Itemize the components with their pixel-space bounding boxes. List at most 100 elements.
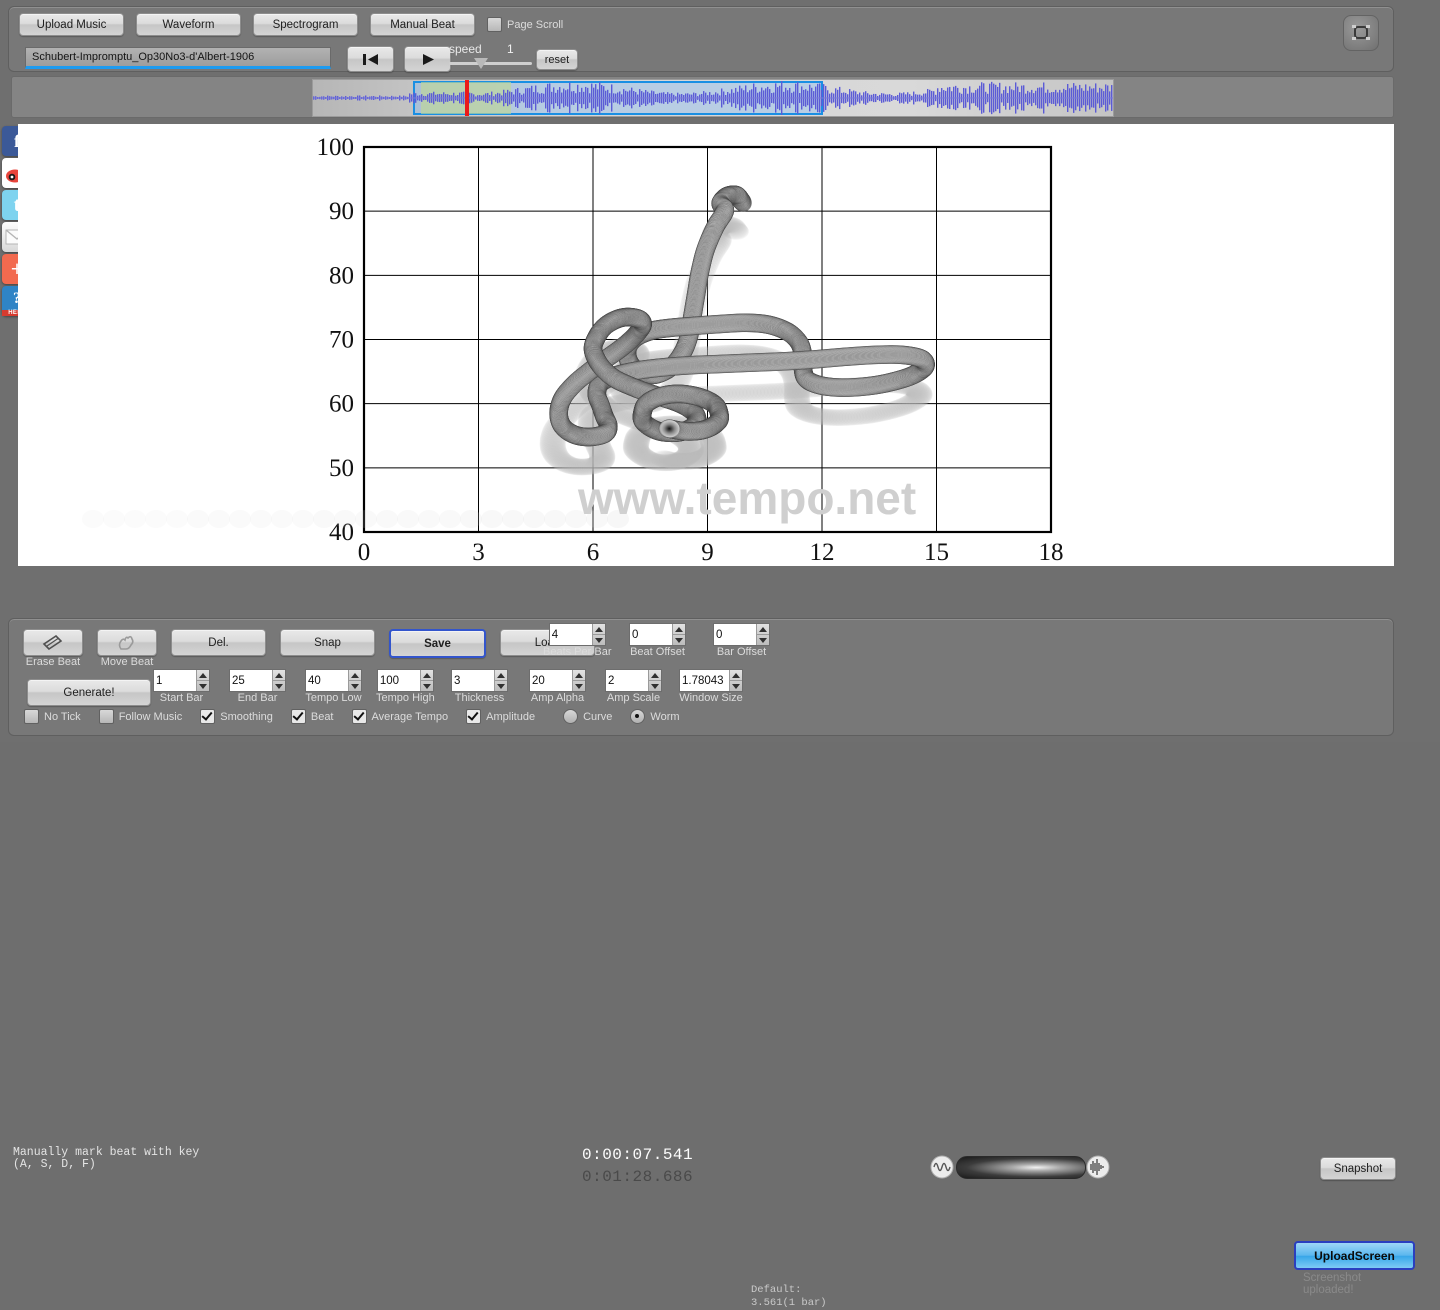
spinner[interactable] xyxy=(529,669,586,692)
spinner[interactable] xyxy=(229,669,286,692)
snapshot-button[interactable]: Snapshot xyxy=(1320,1157,1396,1180)
field-window-size[interactable]: Window Size xyxy=(679,669,743,704)
spinner-up[interactable] xyxy=(729,670,742,681)
spinner-up[interactable] xyxy=(421,670,433,681)
checkbox-no-tick[interactable]: No Tick xyxy=(24,709,81,724)
page-scroll-checkbox[interactable] xyxy=(487,17,502,32)
volume-slider-group[interactable] xyxy=(930,1154,1110,1180)
spinner-up[interactable] xyxy=(273,670,285,681)
spinner[interactable] xyxy=(376,669,434,692)
spinner-up[interactable] xyxy=(197,670,209,681)
spinner-arrows[interactable] xyxy=(494,670,507,691)
spinner[interactable] xyxy=(629,623,686,646)
spinner[interactable] xyxy=(605,669,662,692)
spinner-up[interactable] xyxy=(573,670,585,681)
volume-slider-track[interactable] xyxy=(956,1156,1086,1179)
checkbox-smoothing[interactable]: Smoothing xyxy=(200,709,273,724)
spinner-down[interactable] xyxy=(273,681,285,691)
delete-button[interactable]: Del. xyxy=(171,629,266,656)
field-beats-per-bar[interactable]: Beats Per Bar xyxy=(543,623,611,658)
spinner[interactable] xyxy=(153,669,210,692)
spinner-up[interactable] xyxy=(757,624,769,635)
erase-beat-group[interactable]: Erase Beat xyxy=(23,629,83,668)
spinner-up[interactable] xyxy=(592,624,605,635)
upload-screen-button[interactable]: UploadScreen xyxy=(1294,1241,1415,1270)
spinner-input[interactable] xyxy=(680,670,729,691)
spinner-arrows[interactable] xyxy=(272,670,285,691)
spinner-down[interactable] xyxy=(197,681,209,691)
checkbox-beat[interactable]: Beat xyxy=(290,709,334,724)
waveform-button[interactable]: Waveform xyxy=(136,13,241,36)
radio-curve[interactable]: Curve xyxy=(563,709,612,724)
checkbox-follow-music[interactable]: Follow Music xyxy=(98,709,182,724)
spinner-input[interactable] xyxy=(306,670,349,691)
spinner-arrows[interactable] xyxy=(572,670,585,691)
checkbox-box[interactable] xyxy=(351,709,367,724)
save-button[interactable]: Save xyxy=(389,629,486,658)
spinner[interactable] xyxy=(451,669,508,692)
field-beat-offset[interactable]: Beat Offset xyxy=(629,623,686,658)
fullscreen-icon[interactable] xyxy=(1343,15,1379,51)
spinner[interactable] xyxy=(679,669,743,692)
song-name-field[interactable]: Schubert-Impromptu_Op30No3-d'Albert-1906 xyxy=(25,47,331,69)
field-thickness[interactable]: Thickness xyxy=(451,669,508,704)
spinner[interactable] xyxy=(305,669,362,692)
spinner-down[interactable] xyxy=(349,681,361,691)
reset-speed-button[interactable]: reset xyxy=(536,49,578,70)
spinner-input[interactable] xyxy=(452,670,495,691)
spinner-input[interactable] xyxy=(630,624,673,645)
spinner-down[interactable] xyxy=(757,635,769,645)
spinner-input[interactable] xyxy=(549,624,592,645)
spinner-down[interactable] xyxy=(495,681,507,691)
spinner-up[interactable] xyxy=(349,670,361,681)
spinner-arrows[interactable] xyxy=(756,624,769,645)
checkbox-box[interactable] xyxy=(24,709,39,724)
spinner[interactable] xyxy=(713,623,770,646)
checkbox-box[interactable] xyxy=(98,709,114,724)
spinner-input[interactable] xyxy=(377,670,421,691)
speed-slider-thumb[interactable] xyxy=(474,58,488,69)
spinner-input[interactable] xyxy=(154,670,197,691)
field-tempo-high[interactable]: Tempo High xyxy=(376,669,435,704)
spinner-down[interactable] xyxy=(573,681,585,691)
spinner-arrows[interactable] xyxy=(420,670,433,691)
spinner-arrows[interactable] xyxy=(728,670,742,691)
snap-button[interactable]: Snap xyxy=(280,629,375,656)
waveform-strip[interactable] xyxy=(312,79,1114,117)
spinner-arrows[interactable] xyxy=(672,624,685,645)
spinner-down[interactable] xyxy=(593,635,605,645)
spinner-down[interactable] xyxy=(730,681,742,691)
checkbox-box[interactable] xyxy=(290,709,306,724)
spinner-input[interactable] xyxy=(606,670,649,691)
spinner-arrows[interactable] xyxy=(348,670,361,691)
move-beat-button[interactable] xyxy=(97,629,157,656)
field-bar-offset[interactable]: Bar Offset xyxy=(713,623,770,658)
field-amp-scale[interactable]: Amp Scale xyxy=(605,669,662,704)
generate-button[interactable]: Generate! xyxy=(27,679,151,706)
page-scroll-checkbox-group[interactable]: Page Scroll xyxy=(487,17,563,32)
checkbox-average-tempo[interactable]: Average Tempo xyxy=(351,709,448,724)
radio-dot[interactable] xyxy=(563,709,579,724)
play-button[interactable] xyxy=(404,46,451,72)
waveform-overview-bar[interactable] xyxy=(11,76,1394,118)
move-beat-group[interactable]: Move Beat xyxy=(97,629,157,668)
radio-worm[interactable]: Worm xyxy=(630,709,680,724)
spinner-down[interactable] xyxy=(649,681,661,691)
manual-beat-button[interactable]: Manual Beat xyxy=(370,13,475,36)
spinner-input[interactable] xyxy=(230,670,273,691)
field-amp-alpha[interactable]: Amp Alpha xyxy=(529,669,586,704)
playhead-marker[interactable] xyxy=(465,80,469,116)
field-tempo-low[interactable]: Tempo Low xyxy=(305,669,362,704)
radio-dot[interactable] xyxy=(630,709,646,724)
spinner-down[interactable] xyxy=(421,681,433,691)
upload-music-button[interactable]: Upload Music xyxy=(19,13,124,36)
speed-slider-track[interactable] xyxy=(449,62,532,65)
spinner-up[interactable] xyxy=(649,670,661,681)
chart-canvas[interactable]: 40 50 60 70 80 90 100 0 3 6 9 12 15 18 www.tempo.net xyxy=(18,124,1394,566)
spinner-up[interactable] xyxy=(673,624,685,635)
skip-back-button[interactable] xyxy=(347,46,394,72)
spinner-input[interactable] xyxy=(714,624,757,645)
field-start-bar[interactable]: Start Bar xyxy=(153,669,210,704)
spinner-arrows[interactable] xyxy=(196,670,209,691)
spectrogram-button[interactable]: Spectrogram xyxy=(253,13,358,36)
